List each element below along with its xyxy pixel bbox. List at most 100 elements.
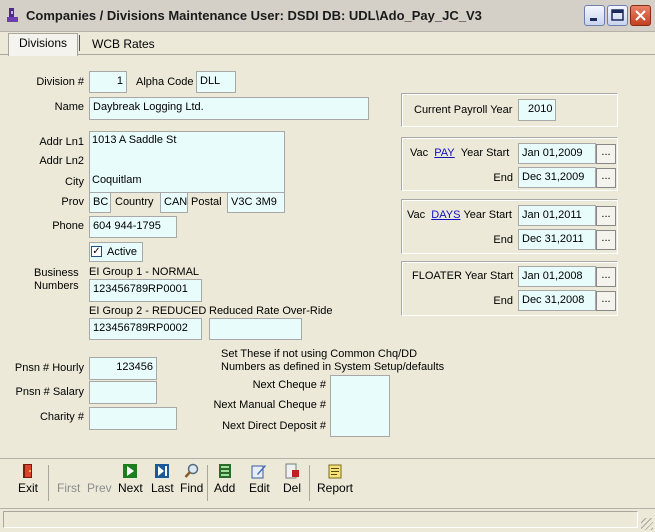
charity-label: Charity # (39, 411, 84, 423)
window-title: Companies / Divisions Maintenance User: … (26, 8, 482, 23)
addr1-label: Addr Ln1 (39, 136, 84, 148)
app-icon (7, 8, 18, 22)
vac-pay-end-picker-button[interactable]: ... (596, 168, 616, 188)
vac-days-prefix: Vac (407, 209, 426, 221)
prev-label: Prev (87, 481, 112, 495)
next-cheque-label: Next Cheque # (252, 379, 326, 391)
addr2-field[interactable] (89, 151, 285, 171)
pnsn-hourly-label: Pnsn # Hourly (14, 362, 84, 374)
vac-pay-link[interactable]: PAY (434, 147, 454, 159)
report-icon (328, 464, 342, 479)
phone-field[interactable]: 604 944-1795 (89, 216, 177, 238)
next-manual-cheque-field[interactable] (330, 395, 390, 415)
add-icon (218, 464, 231, 478)
floater-end-field[interactable]: Dec 31,2008 (518, 290, 596, 311)
vac-pay-start-field[interactable]: Jan 01,2009 (518, 143, 596, 164)
ei-group1-field[interactable]: 123456789RP0001 (89, 279, 202, 302)
report-button[interactable]: Report (317, 463, 353, 495)
delete-button[interactable]: Del (283, 463, 301, 495)
first-label: First (57, 481, 81, 495)
current-payroll-year-label: Current Payroll Year (414, 104, 513, 116)
toolbar-separator (48, 465, 49, 501)
next-icon (123, 464, 138, 478)
business-numbers-label-line1: Business (34, 267, 79, 279)
exit-label: Exit (18, 481, 39, 495)
vac-days-end-picker-button[interactable]: ... (596, 230, 616, 250)
reduced-rate-label: Reduced Rate Over-Ride (209, 305, 333, 317)
tab-divider (79, 35, 80, 51)
ei-group2-field[interactable]: 123456789RP0002 (89, 318, 202, 340)
toolbar-separator (309, 465, 310, 501)
prev-button[interactable]: Prev (87, 463, 112, 495)
name-label: Name (54, 101, 84, 113)
tab-divisions[interactable]: Divisions (8, 33, 79, 56)
status-bar (0, 508, 655, 532)
last-button[interactable]: Last (151, 463, 174, 495)
next-label: Next (118, 481, 143, 495)
pnsn-hourly-field[interactable]: 123456 (89, 357, 157, 380)
tab-label: WCB Rates (92, 37, 155, 51)
next-direct-deposit-field[interactable] (330, 415, 390, 436)
find-button[interactable]: Find (180, 463, 203, 495)
vac-days-link[interactable]: DAYS (431, 209, 460, 221)
last-label: Last (151, 481, 174, 495)
addr2-label: Addr Ln2 (39, 155, 84, 167)
next-manual-cheque-label: Next Manual Cheque # (213, 399, 326, 411)
addr1-field[interactable]: 1013 A Saddle St (89, 131, 285, 151)
next-cheque-field[interactable] (330, 375, 390, 395)
close-icon (635, 10, 646, 21)
find-label: Find (180, 481, 204, 495)
next-direct-deposit-label: Next Direct Deposit # (222, 420, 326, 432)
close-button[interactable] (630, 5, 651, 26)
exit-button[interactable]: Exit (18, 463, 38, 495)
active-label: Active (107, 246, 137, 258)
first-icon (61, 463, 77, 479)
resize-grip[interactable] (641, 518, 653, 530)
edit-icon (251, 465, 267, 479)
vac-pay-end-label: End (493, 172, 513, 184)
country-field[interactable]: CAN (160, 192, 188, 213)
name-field[interactable]: Daybreak Logging Ltd. (89, 97, 369, 120)
set-these-note-line1: Set These if not using Common Chq/DD (221, 348, 418, 360)
edit-button[interactable]: Edit (249, 463, 270, 495)
active-check-mark[interactable]: ✓ (91, 246, 102, 257)
vac-days-start-field[interactable]: Jan 01,2011 (518, 205, 596, 226)
delete-label: Del (283, 481, 302, 495)
postal-field[interactable]: V3C 3M9 (227, 192, 285, 213)
alpha-code-field[interactable]: DLL (196, 71, 236, 93)
floater-end-picker-button[interactable]: ... (596, 291, 616, 311)
city-field[interactable]: Coquitlam (89, 171, 285, 192)
minimize-icon (590, 18, 597, 21)
prov-field[interactable]: BC (89, 192, 111, 213)
next-button[interactable]: Next (118, 463, 143, 495)
first-button[interactable]: First (57, 463, 80, 495)
title-bar[interactable]: Companies / Divisions Maintenance User: … (0, 0, 655, 32)
tab-wcb-rates[interactable]: WCB Rates (82, 35, 165, 53)
navigation-toolbar: Exit First Prev Next Last Find Add Edit … (0, 458, 655, 507)
vac-pay-suffix: Year Start (460, 147, 510, 159)
last-icon (155, 464, 170, 478)
maximize-button[interactable] (607, 5, 628, 26)
minimize-button[interactable] (584, 5, 605, 26)
tab-label: Divisions (19, 36, 68, 50)
vac-pay-start-picker-button[interactable]: ... (596, 144, 616, 164)
ei-group2-label: EI Group 2 - REDUCED (89, 305, 207, 317)
add-button[interactable]: Add (214, 463, 235, 495)
reduced-rate-field[interactable] (209, 318, 302, 340)
report-label: Report (317, 481, 354, 495)
vac-days-end-field[interactable]: Dec 31,2011 (518, 229, 596, 250)
vac-pay-end-field[interactable]: Dec 31,2009 (518, 167, 596, 188)
charity-field[interactable] (89, 407, 177, 430)
current-payroll-year-field[interactable]: 2010 (518, 99, 556, 121)
ei-group1-label: EI Group 1 - NORMAL (89, 266, 200, 278)
floater-start-picker-button[interactable]: ... (596, 267, 616, 287)
toolbar-separator (207, 465, 208, 501)
edit-label: Edit (249, 481, 270, 495)
floater-start-field[interactable]: Jan 01,2008 (518, 266, 596, 287)
vac-days-label: Vac DAYS Year Start (407, 209, 512, 221)
country-label: Country (115, 196, 154, 208)
pnsn-salary-field[interactable] (89, 381, 157, 404)
division-field[interactable]: 1 (89, 71, 127, 93)
vac-days-start-picker-button[interactable]: ... (596, 206, 616, 226)
alpha-code-label: Alpha Code (136, 76, 194, 88)
